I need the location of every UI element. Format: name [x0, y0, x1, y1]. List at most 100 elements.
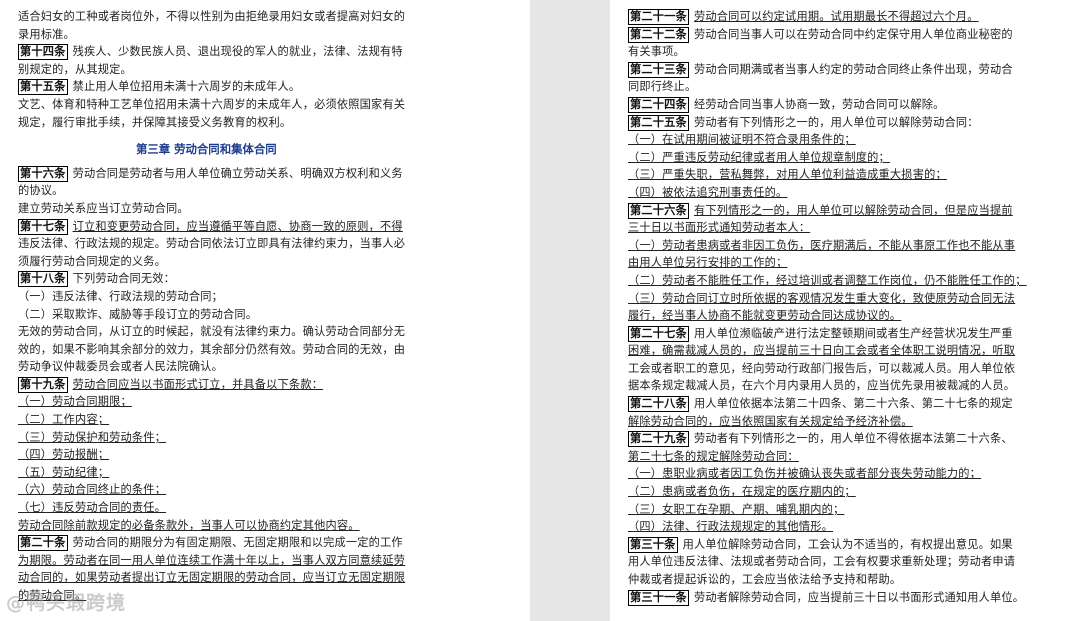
- document-line: 第十六条 劳动合同是劳动者与用人单位确立劳动关系、明确双方权利和义务: [18, 165, 530, 183]
- line-text: 订立和变更劳动合同，应当遵循平等自愿、协商一致的原则，不得: [72, 219, 403, 233]
- document-line: 仲裁或者提起诉讼的，工会应当依法给予支持和帮助。: [628, 571, 1080, 589]
- line-text: 残疾人、少数民族人员、退出现役的军人的就业，法律、法规有特: [72, 45, 403, 59]
- document-line: 由用人单位另行安排的工作的；: [628, 254, 1080, 272]
- document-line: （七）违反劳动合同的责任。: [18, 499, 530, 517]
- document-line: 建立劳动关系应当订立劳动合同。: [18, 200, 530, 218]
- article-number: 第二十五条: [628, 114, 689, 131]
- line-text: （四）劳动报酬；: [18, 448, 110, 462]
- document-line: （二）劳动者不能胜任工作，经过培训或者调整工作岗位，仍不能胜任工作的；: [628, 272, 1080, 290]
- document-line: 第二十条 劳动合同的期限分为有固定期限、无固定期限和以完成一定的工作: [18, 534, 530, 552]
- line-text: 劳动合同的期限分为有固定期限、无固定期限和以完成一定的工作: [72, 536, 403, 550]
- line-text: 履行，经当事人协商不能就变更劳动合同达成协议的。: [628, 309, 902, 323]
- line-text: 劳动合同可以约定试用期。试用期最长不得超过六个月。: [693, 10, 979, 23]
- document-line: 履行，经当事人协商不能就变更劳动合同达成协议的。: [628, 307, 1080, 325]
- document-line: （二）采取欺诈、威胁等手段订立的劳动合同。: [18, 306, 530, 324]
- document-line: 劳动争议仲裁委员会或者人民法院确认。: [18, 358, 530, 376]
- article-number: 第三十条: [628, 536, 678, 553]
- line-text: 劳动者解除劳动合同，应当提前三十日以书面形式通知用人单位。: [693, 590, 1025, 604]
- line-text: 劳动合同应当以书面形式订立，并具备以下条款：: [72, 377, 324, 391]
- document-line: （四）劳动报酬；: [18, 446, 530, 464]
- line-text: （三）严重失职，营私舞弊，对用人单位利益造成重大损害的；: [628, 168, 947, 182]
- article-number: 第二十七条: [628, 325, 689, 342]
- document-line: 无效的劳动合同，从订立的时候起，就没有法律约束力。确认劳动合同部分无: [18, 323, 530, 341]
- line-text: 由用人单位另行安排的工作的；: [628, 256, 788, 270]
- document-line: 有关事项。: [628, 43, 1080, 61]
- article-number: 第二十四条: [628, 96, 689, 113]
- document-line: 第二十八条 用人单位依据本法第二十四条、第二十六条、第二十七条的规定: [628, 395, 1080, 413]
- line-text: 文艺、体育和特种工艺单位招用未满十六周岁的未成年人，必须依照国家有关: [18, 97, 406, 111]
- article-number: 第三十一条: [628, 589, 689, 606]
- document-line: 违反法律、行政法规的规定。劳动合同依法订立即具有法律约束力，当事人必: [18, 235, 530, 253]
- line-text: 须履行劳动合同规定的义务。: [18, 254, 167, 268]
- line-text: 劳动合同是劳动者与用人单位确立劳动关系、明确双方权利和义务: [72, 166, 403, 180]
- line-text: 效的，如果不影响其余部分的效力，其余部分仍然有效。劳动合同的无效，由: [18, 342, 406, 356]
- line-text: 劳动争议仲裁委员会或者人民法院确认。: [18, 360, 223, 374]
- line-text: 建立劳动关系应当订立劳动合同。: [18, 201, 189, 215]
- line-text: （三）劳动保护和劳动条件；: [18, 430, 167, 444]
- document-line: 为期限。劳动者在同一用人单位连续工作满十年以上，当事人双方同意续延劳: [18, 552, 530, 570]
- document-line: 第十七条 订立和变更劳动合同，应当遵循平等自愿、协商一致的原则，不得: [18, 218, 530, 236]
- line-text: 违反法律、行政法规的规定。劳动合同依法订立即具有法律约束力，当事人必: [18, 237, 406, 251]
- line-text: （一）在试用期间被证明不符合录用条件的；: [628, 133, 856, 147]
- document-line: 三十日以书面形式通知劳动者本人：: [628, 219, 1080, 237]
- document-line: （三）劳动保护和劳动条件；: [18, 429, 530, 447]
- left-page-top-section: 适合妇女的工种或者岗位外，不得以性别为由拒绝录用妇女或者提高对妇女的 录用标准。第…: [18, 8, 530, 131]
- document-line: （六）劳动合同终止的条件；: [18, 481, 530, 499]
- document-line: 第二十四条 经劳动合同当事人协商一致，劳动合同可以解除。: [628, 96, 1080, 114]
- document-line: 规定，履行审批手续，并保障其接受义务教育的权利。: [18, 114, 530, 132]
- document-line: 效的，如果不影响其余部分的效力，其余部分仍然有效。劳动合同的无效，由: [18, 341, 530, 359]
- line-text: 第二十七条的规定解除劳动合同：: [628, 449, 799, 463]
- document-line: 第二十一条 劳动合同可以约定试用期。试用期最长不得超过六个月。: [628, 8, 1080, 26]
- document-line: 困难，确需裁减人员的，应当提前三十日向工会或者全体职工说明情况，听取: [628, 342, 1080, 360]
- document-line: 第二十七条 用人单位濒临破产进行法定整顿期间或者生产经营状况发生严重: [628, 325, 1080, 343]
- left-document-page: 适合妇女的工种或者岗位外，不得以性别为由拒绝录用妇女或者提高对妇女的 录用标准。第…: [0, 0, 530, 621]
- line-text: 下列劳动合同无效：: [72, 272, 176, 286]
- line-text: （四）法律、行政法规规定的其他情形。: [628, 520, 833, 534]
- document-line: 第二十六条 有下列情形之一的，用人单位可以解除劳动合同，但是应当提前: [628, 202, 1080, 220]
- article-number: 第二十一条: [628, 9, 689, 25]
- right-document-page: 第二十一条 劳动合同可以约定试用期。试用期最长不得超过六个月。 第二十二条 劳动合同当…: [610, 0, 1080, 621]
- article-number: 第二十九条: [628, 431, 689, 448]
- document-line: 第十九条 劳动合同应当以书面形式订立，并具备以下条款：: [18, 376, 530, 394]
- document-line: （一）患职业病或者因工负伤并被确认丧失或者部分丧失劳动能力的；: [628, 465, 1080, 483]
- left-page-chapter-body: 第十六条 劳动合同是劳动者与用人单位确立劳动关系、明确双方权利和义务 的协议。建立劳…: [18, 165, 530, 605]
- line-text: 仲裁或者提起诉讼的，工会应当依法给予支持和帮助。: [628, 573, 902, 586]
- document-line: 第二十二条 劳动合同当事人可以在劳动合同中约定保守用人单位商业秘密的: [628, 26, 1080, 44]
- line-text: 用人单位解除劳动合同，工会认为不适当的，有权提出意见。如果: [682, 537, 1013, 551]
- document-line: （一）违反法律、行政法规的劳动合同；: [18, 288, 530, 306]
- article-number: 第二十二条: [628, 26, 689, 43]
- line-text: 劳动合同期满或者当事人约定的劳动合同终止条件出现，劳动合: [693, 62, 1013, 76]
- document-line: 适合妇女的工种或者岗位外，不得以性别为由拒绝录用妇女或者提高对妇女的: [18, 8, 530, 26]
- line-text: （二）采取欺诈、威胁等手段订立的劳动合同。: [18, 307, 258, 321]
- right-page-body: 第二十一条 劳动合同可以约定试用期。试用期最长不得超过六个月。 第二十二条 劳动合同当…: [628, 8, 1080, 606]
- document-line: （一）劳动合同期限；: [18, 393, 530, 411]
- line-text: 解除劳动合同的，应当依照国家有关规定给予经济补偿。: [628, 414, 913, 428]
- document-line: 第二十三条 劳动合同期满或者当事人约定的劳动合同终止条件出现，劳动合: [628, 61, 1080, 79]
- chapter-title: 第三章 劳动合同和集体合同: [136, 142, 277, 157]
- line-text: 困难，确需裁减人员的，应当提前三十日向工会或者全体职工说明情况，听取: [628, 344, 1016, 358]
- line-text: 的协议。: [18, 184, 64, 198]
- document-line: 文艺、体育和特种工艺单位招用未满十六周岁的未成年人，必须依照国家有关: [18, 96, 530, 114]
- line-text: 劳动合同除前款规定的必备条款外，当事人可以协商约定其他内容。: [18, 518, 360, 532]
- line-text: 动合同的，如果劳动者提出订立无固定期限的劳动合同，应当订立无固定期限: [18, 571, 406, 585]
- document-line: （三）严重失职，营私舞弊，对用人单位利益造成重大损害的；: [628, 166, 1080, 184]
- line-text: （五）劳动纪律；: [18, 465, 110, 479]
- document-line: 的协议。: [18, 182, 530, 200]
- line-text: 有关事项。: [628, 45, 685, 59]
- line-text: 有下列情形之一的，用人单位可以解除劳动合同，但是应当提前: [693, 203, 1013, 217]
- line-text: 规定，履行审批手续，并保障其接受义务教育的权利。: [18, 115, 292, 129]
- article-number: 第十四条: [18, 44, 68, 61]
- article-number: 第十五条: [18, 79, 68, 96]
- article-number: 第十七条: [18, 218, 68, 235]
- line-text: 用人单位依据本法第二十四条、第二十六条、第二十七条的规定: [693, 397, 1013, 411]
- line-text: 禁止用人单位招用未满十六周岁的未成年人。: [72, 80, 301, 94]
- document-line: （一）劳动者患病或者非因工负伤，医疗期满后，不能从事原工作也不能从事: [628, 237, 1080, 255]
- document-line: 据本条规定裁减人员，在六个月内录用人员的，应当优先录用被裁减的人员。: [628, 377, 1080, 395]
- line-text: 无效的劳动合同，从订立的时候起，就没有法律约束力。确认劳动合同部分无: [18, 325, 406, 339]
- document-line: （三）劳动合同订立时所依据的客观情况发生重大变化，致使原劳动合同无法: [628, 290, 1080, 308]
- line-text: （一）劳动者患病或者非因工负伤，医疗期满后，不能从事原工作也不能从事: [628, 238, 1016, 252]
- line-text: 经劳动合同当事人协商一致，劳动合同可以解除。: [693, 97, 945, 111]
- document-line: 别规定的，从其规定。: [18, 61, 530, 79]
- line-text: 工会或者职工的意见，经向劳动行政部门报告后，可以裁减人员。用人单位依: [628, 361, 1016, 375]
- line-text: 为期限。劳动者在同一用人单位连续工作满十年以上，当事人双方同意续延劳: [18, 553, 406, 567]
